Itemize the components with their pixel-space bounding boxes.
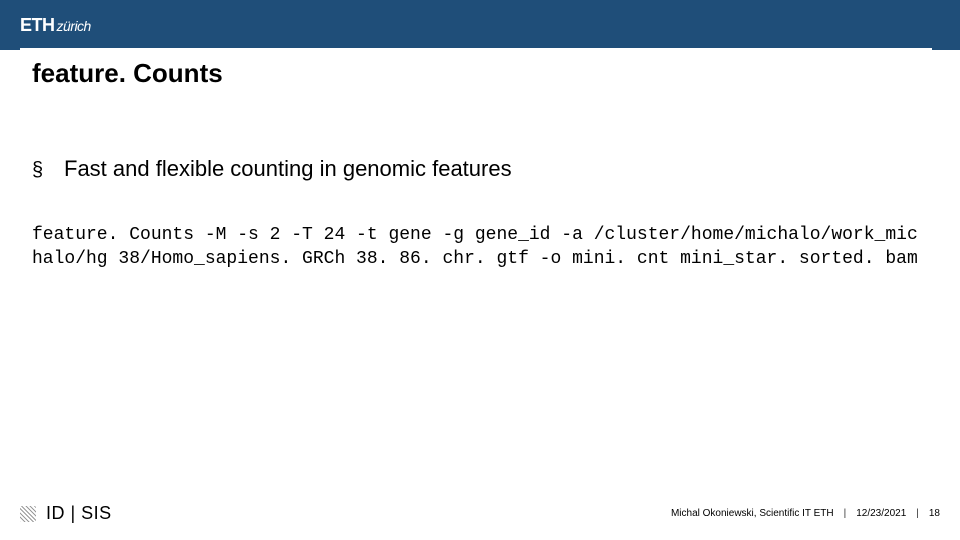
footer-left: ID | SIS bbox=[20, 503, 112, 524]
seal-icon bbox=[20, 506, 36, 522]
eth-logo: ETHzürich bbox=[20, 15, 91, 36]
footer-date: 12/23/2021 bbox=[856, 508, 906, 519]
footer-author: Michal Okoniewski, Scientific IT ETH bbox=[671, 508, 834, 519]
footer-right: Michal Okoniewski, Scientific IT ETH | 1… bbox=[671, 508, 940, 519]
footer-org-label: ID | SIS bbox=[46, 503, 112, 524]
header-band: ETHzürich bbox=[0, 0, 960, 50]
bullet-text: Fast and flexible counting in genomic fe… bbox=[64, 155, 512, 183]
slide-root: ETHzürich feature. Counts § Fast and fle… bbox=[0, 0, 960, 540]
slide-footer: ID | SIS Michal Okoniewski, Scientific I… bbox=[20, 503, 940, 524]
title-box: feature. Counts bbox=[20, 48, 932, 99]
footer-separator-1: | bbox=[844, 508, 847, 519]
eth-logo-main: ETH bbox=[20, 15, 55, 35]
eth-logo-sub: zürich bbox=[57, 18, 91, 34]
footer-page-number: 18 bbox=[929, 508, 940, 519]
code-block: feature. Counts -M -s 2 -T 24 -t gene -g… bbox=[32, 223, 928, 272]
bullet-marker: § bbox=[32, 155, 50, 182]
slide-title: feature. Counts bbox=[32, 58, 920, 89]
footer-separator-2: | bbox=[916, 508, 919, 519]
bullet-item: § Fast and flexible counting in genomic … bbox=[32, 155, 928, 183]
slide-body: § Fast and flexible counting in genomic … bbox=[32, 155, 928, 271]
